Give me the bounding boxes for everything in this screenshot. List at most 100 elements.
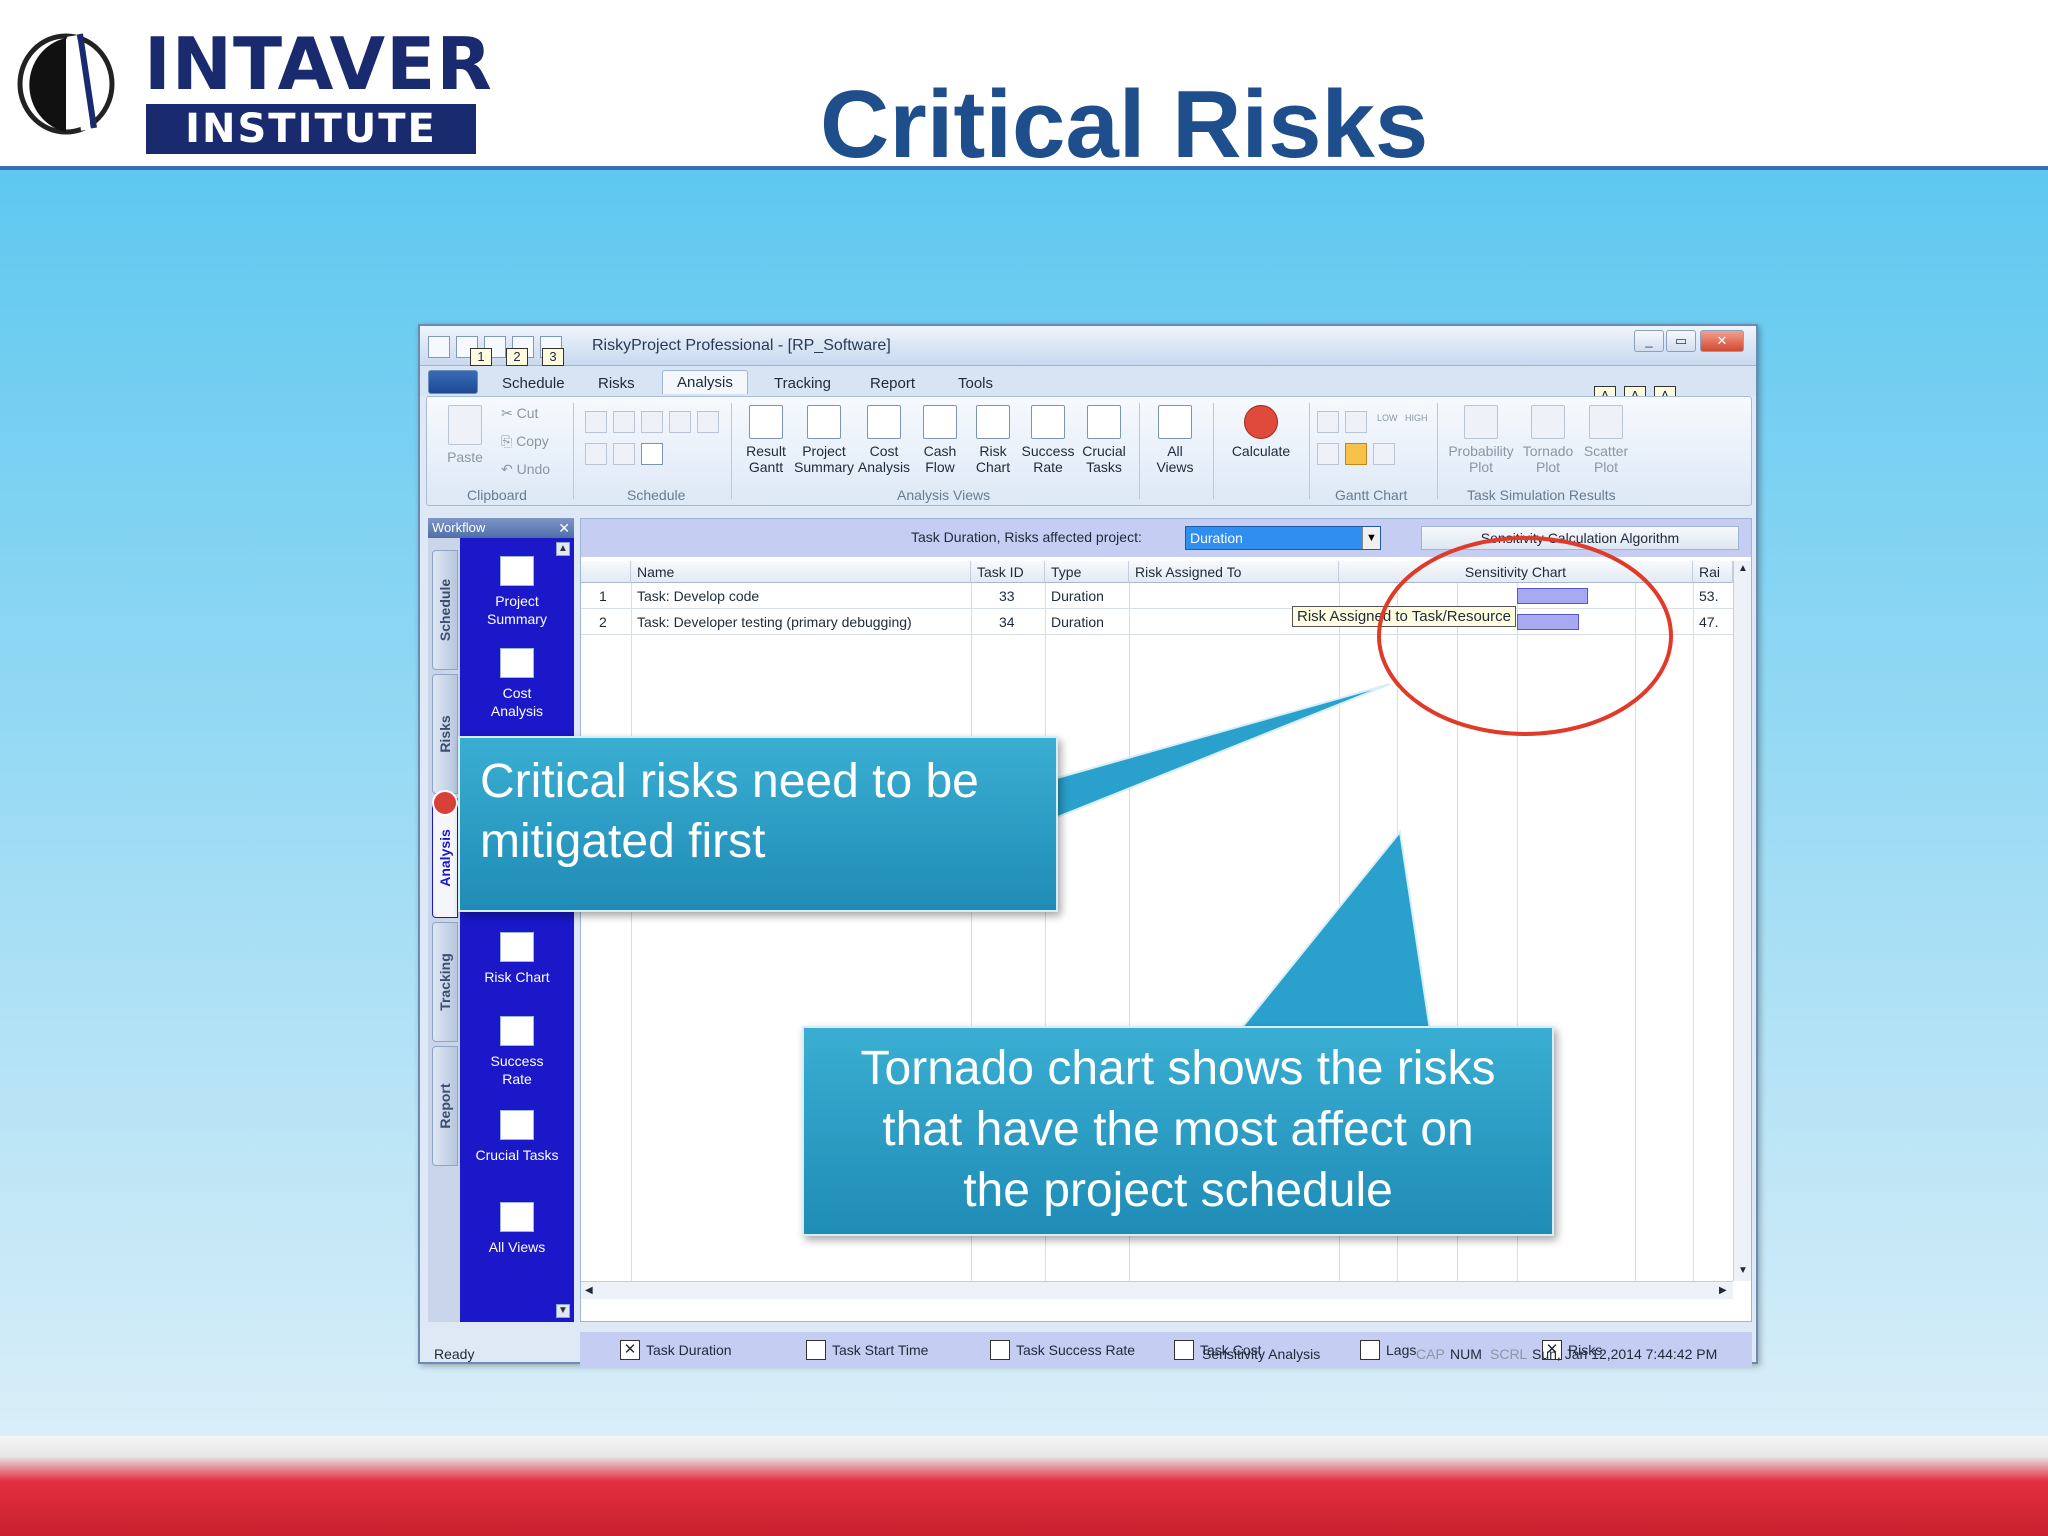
minimize-button[interactable]: _	[1634, 330, 1664, 352]
zoom-out-icon[interactable]	[1345, 411, 1367, 433]
cash-flow-button[interactable]: Cash Flow	[913, 405, 967, 475]
risk-chart-button[interactable]: Risk Chart	[967, 405, 1019, 475]
workflow-item-cost-analysis[interactable]: Cost Analysis	[460, 648, 574, 720]
app-menu-button[interactable]	[428, 370, 478, 394]
workflow-item-project-summary[interactable]: Project Summary	[460, 556, 574, 628]
scroll-up-icon[interactable]: ▲	[1738, 563, 1748, 574]
workflow-item-crucial-tasks[interactable]: Crucial Tasks	[460, 1110, 574, 1164]
low-scale-button[interactable]: LOW	[1377, 413, 1398, 423]
checkbox-lags[interactable]: Lags	[1360, 1340, 1416, 1360]
ribbon-panel: Paste ✂ Cut ⎘ Copy ↶ Undo Clipboard Sche…	[426, 396, 1752, 506]
move-up-icon[interactable]	[585, 443, 607, 465]
scatter-plot-icon	[1589, 405, 1623, 439]
chevron-down-icon[interactable]: ▼	[1362, 527, 1380, 549]
success-rate-button[interactable]: Success Rate	[1019, 405, 1077, 475]
workflow-scroll-down-icon[interactable]: ▼	[556, 1304, 570, 1318]
calculate-button[interactable]: Calculate	[1221, 405, 1301, 459]
tab-tracking[interactable]: Tracking	[760, 372, 845, 396]
workflow-item-risk-chart[interactable]: Risk Chart	[460, 932, 574, 986]
rank-value: 53.	[1699, 588, 1719, 604]
scroll-left-icon[interactable]: ◀	[585, 1285, 593, 1296]
vertical-scrollbar[interactable]: ▲ ▼	[1733, 561, 1751, 1281]
tab-risks[interactable]: Risks	[584, 372, 649, 396]
scroll-down-icon[interactable]: ▼	[1738, 1265, 1748, 1276]
outdent-icon[interactable]	[697, 411, 719, 433]
sensitivity-algorithm-button[interactable]: Sensitivity Calculation Algorithm	[1421, 526, 1739, 550]
tab-tools[interactable]: Tools	[944, 372, 1007, 396]
status-ready: Ready	[434, 1346, 475, 1362]
success-rate-icon	[1031, 405, 1065, 439]
all-views-button[interactable]: All Views	[1145, 405, 1205, 475]
calculator-icon[interactable]	[432, 790, 458, 816]
column-header-risk-assigned[interactable]: Risk Assigned To	[1129, 561, 1339, 583]
scroll-right-icon[interactable]: ▶	[1719, 1285, 1727, 1296]
workflow-item-success-rate[interactable]: Success Rate	[460, 1016, 574, 1088]
cost-analysis-button[interactable]: Cost Analysis	[855, 405, 913, 475]
ribbon-separator	[1437, 403, 1438, 499]
undo-button[interactable]: ↶ Undo	[501, 461, 550, 478]
split-task-icon[interactable]	[641, 411, 663, 433]
status-datetime: Sun, Jan 12,2014 7:44:42 PM	[1532, 1346, 1718, 1362]
workflow-tab-risks[interactable]: Risks	[432, 674, 458, 794]
callout-tornado-chart: Tornado chart shows the risks that have …	[802, 1026, 1554, 1236]
gantt-bars-icon[interactable]	[1317, 443, 1339, 465]
checkbox-task-success-rate[interactable]: Task Success Rate	[990, 1340, 1135, 1360]
unlink-tasks-icon[interactable]	[613, 411, 635, 433]
workflow-scroll-up-icon[interactable]: ▲	[556, 542, 570, 556]
highlight-icon[interactable]	[1345, 443, 1367, 465]
copy-button[interactable]: ⎘ Copy	[501, 433, 549, 450]
workflow-close-icon[interactable]: ✕	[558, 518, 570, 538]
checkbox-icon[interactable]	[1360, 1340, 1380, 1360]
calculator-icon	[1244, 405, 1278, 439]
column-header-name[interactable]: Name	[631, 561, 971, 583]
ribbon-separator	[1139, 403, 1140, 499]
all-views-icon	[500, 1202, 534, 1232]
schedule-view-icon[interactable]	[641, 443, 663, 465]
tab-schedule[interactable]: Schedule	[488, 372, 579, 396]
workflow-tab-report[interactable]: Report	[432, 1046, 458, 1166]
paste-button[interactable]: Paste	[435, 405, 495, 465]
column-header-rank[interactable]: Rai	[1693, 561, 1733, 583]
horizontal-scrollbar[interactable]: ◀ ▶	[581, 1281, 1733, 1299]
status-num: NUM	[1450, 1346, 1482, 1362]
move-down-icon[interactable]	[613, 443, 635, 465]
app-icon[interactable]	[428, 336, 450, 358]
indent-icon[interactable]	[669, 411, 691, 433]
cut-button[interactable]: ✂ Cut	[501, 405, 538, 422]
probability-plot-button[interactable]: Probability Plot	[1443, 405, 1519, 475]
keytip: 1	[470, 348, 492, 366]
filter-select[interactable]: Duration ▼	[1185, 526, 1381, 550]
close-button[interactable]: ✕	[1700, 330, 1744, 352]
tornado-plot-button[interactable]: Tornado Plot	[1519, 405, 1577, 475]
checkbox-icon[interactable]	[990, 1340, 1010, 1360]
high-scale-button[interactable]: HIGH	[1405, 413, 1428, 423]
scatter-plot-button[interactable]: Scatter Plot	[1577, 405, 1635, 475]
ribbon-separator	[731, 403, 732, 499]
crucial-tasks-icon	[500, 1110, 534, 1140]
zoom-in-icon[interactable]	[1317, 411, 1339, 433]
checkbox-task-duration[interactable]: ✕ Task Duration	[620, 1340, 732, 1360]
column-header-task-id[interactable]: Task ID	[971, 561, 1045, 583]
table-row[interactable]: 2 Task: Developer testing (primary debug…	[581, 609, 1733, 635]
restore-button[interactable]: ▭	[1666, 330, 1696, 352]
checkbox-icon[interactable]	[1174, 1340, 1194, 1360]
workflow-tab-tracking[interactable]: Tracking	[432, 922, 458, 1042]
tab-report[interactable]: Report	[856, 372, 929, 396]
checkbox-task-start-time[interactable]: Task Start Time	[806, 1340, 928, 1360]
project-summary-button[interactable]: Project Summary	[793, 405, 855, 475]
workflow-tab-analysis[interactable]: Analysis	[432, 798, 458, 918]
tab-analysis[interactable]: Analysis	[662, 370, 748, 394]
workflow-tab-schedule[interactable]: Schedule	[432, 550, 458, 670]
result-gantt-button[interactable]: Result Gantt	[739, 405, 793, 475]
table-row[interactable]: 1 Task: Develop code 33 Duration 53.	[581, 583, 1733, 609]
checkbox-icon[interactable]	[806, 1340, 826, 1360]
column-header-type[interactable]: Type	[1045, 561, 1129, 583]
checkbox-icon[interactable]: ✕	[620, 1340, 640, 1360]
sort-icon[interactable]	[1373, 443, 1395, 465]
crucial-tasks-button[interactable]: Crucial Tasks	[1077, 405, 1131, 475]
column-header-sensitivity-chart[interactable]: Sensitivity Chart	[1339, 561, 1693, 583]
link-tasks-icon[interactable]	[585, 411, 607, 433]
grid-header: Name Task ID Type Risk Assigned To Sensi…	[581, 561, 1733, 583]
workflow-item-all-views[interactable]: All Views	[460, 1202, 574, 1256]
crucial-tasks-icon	[1087, 405, 1121, 439]
